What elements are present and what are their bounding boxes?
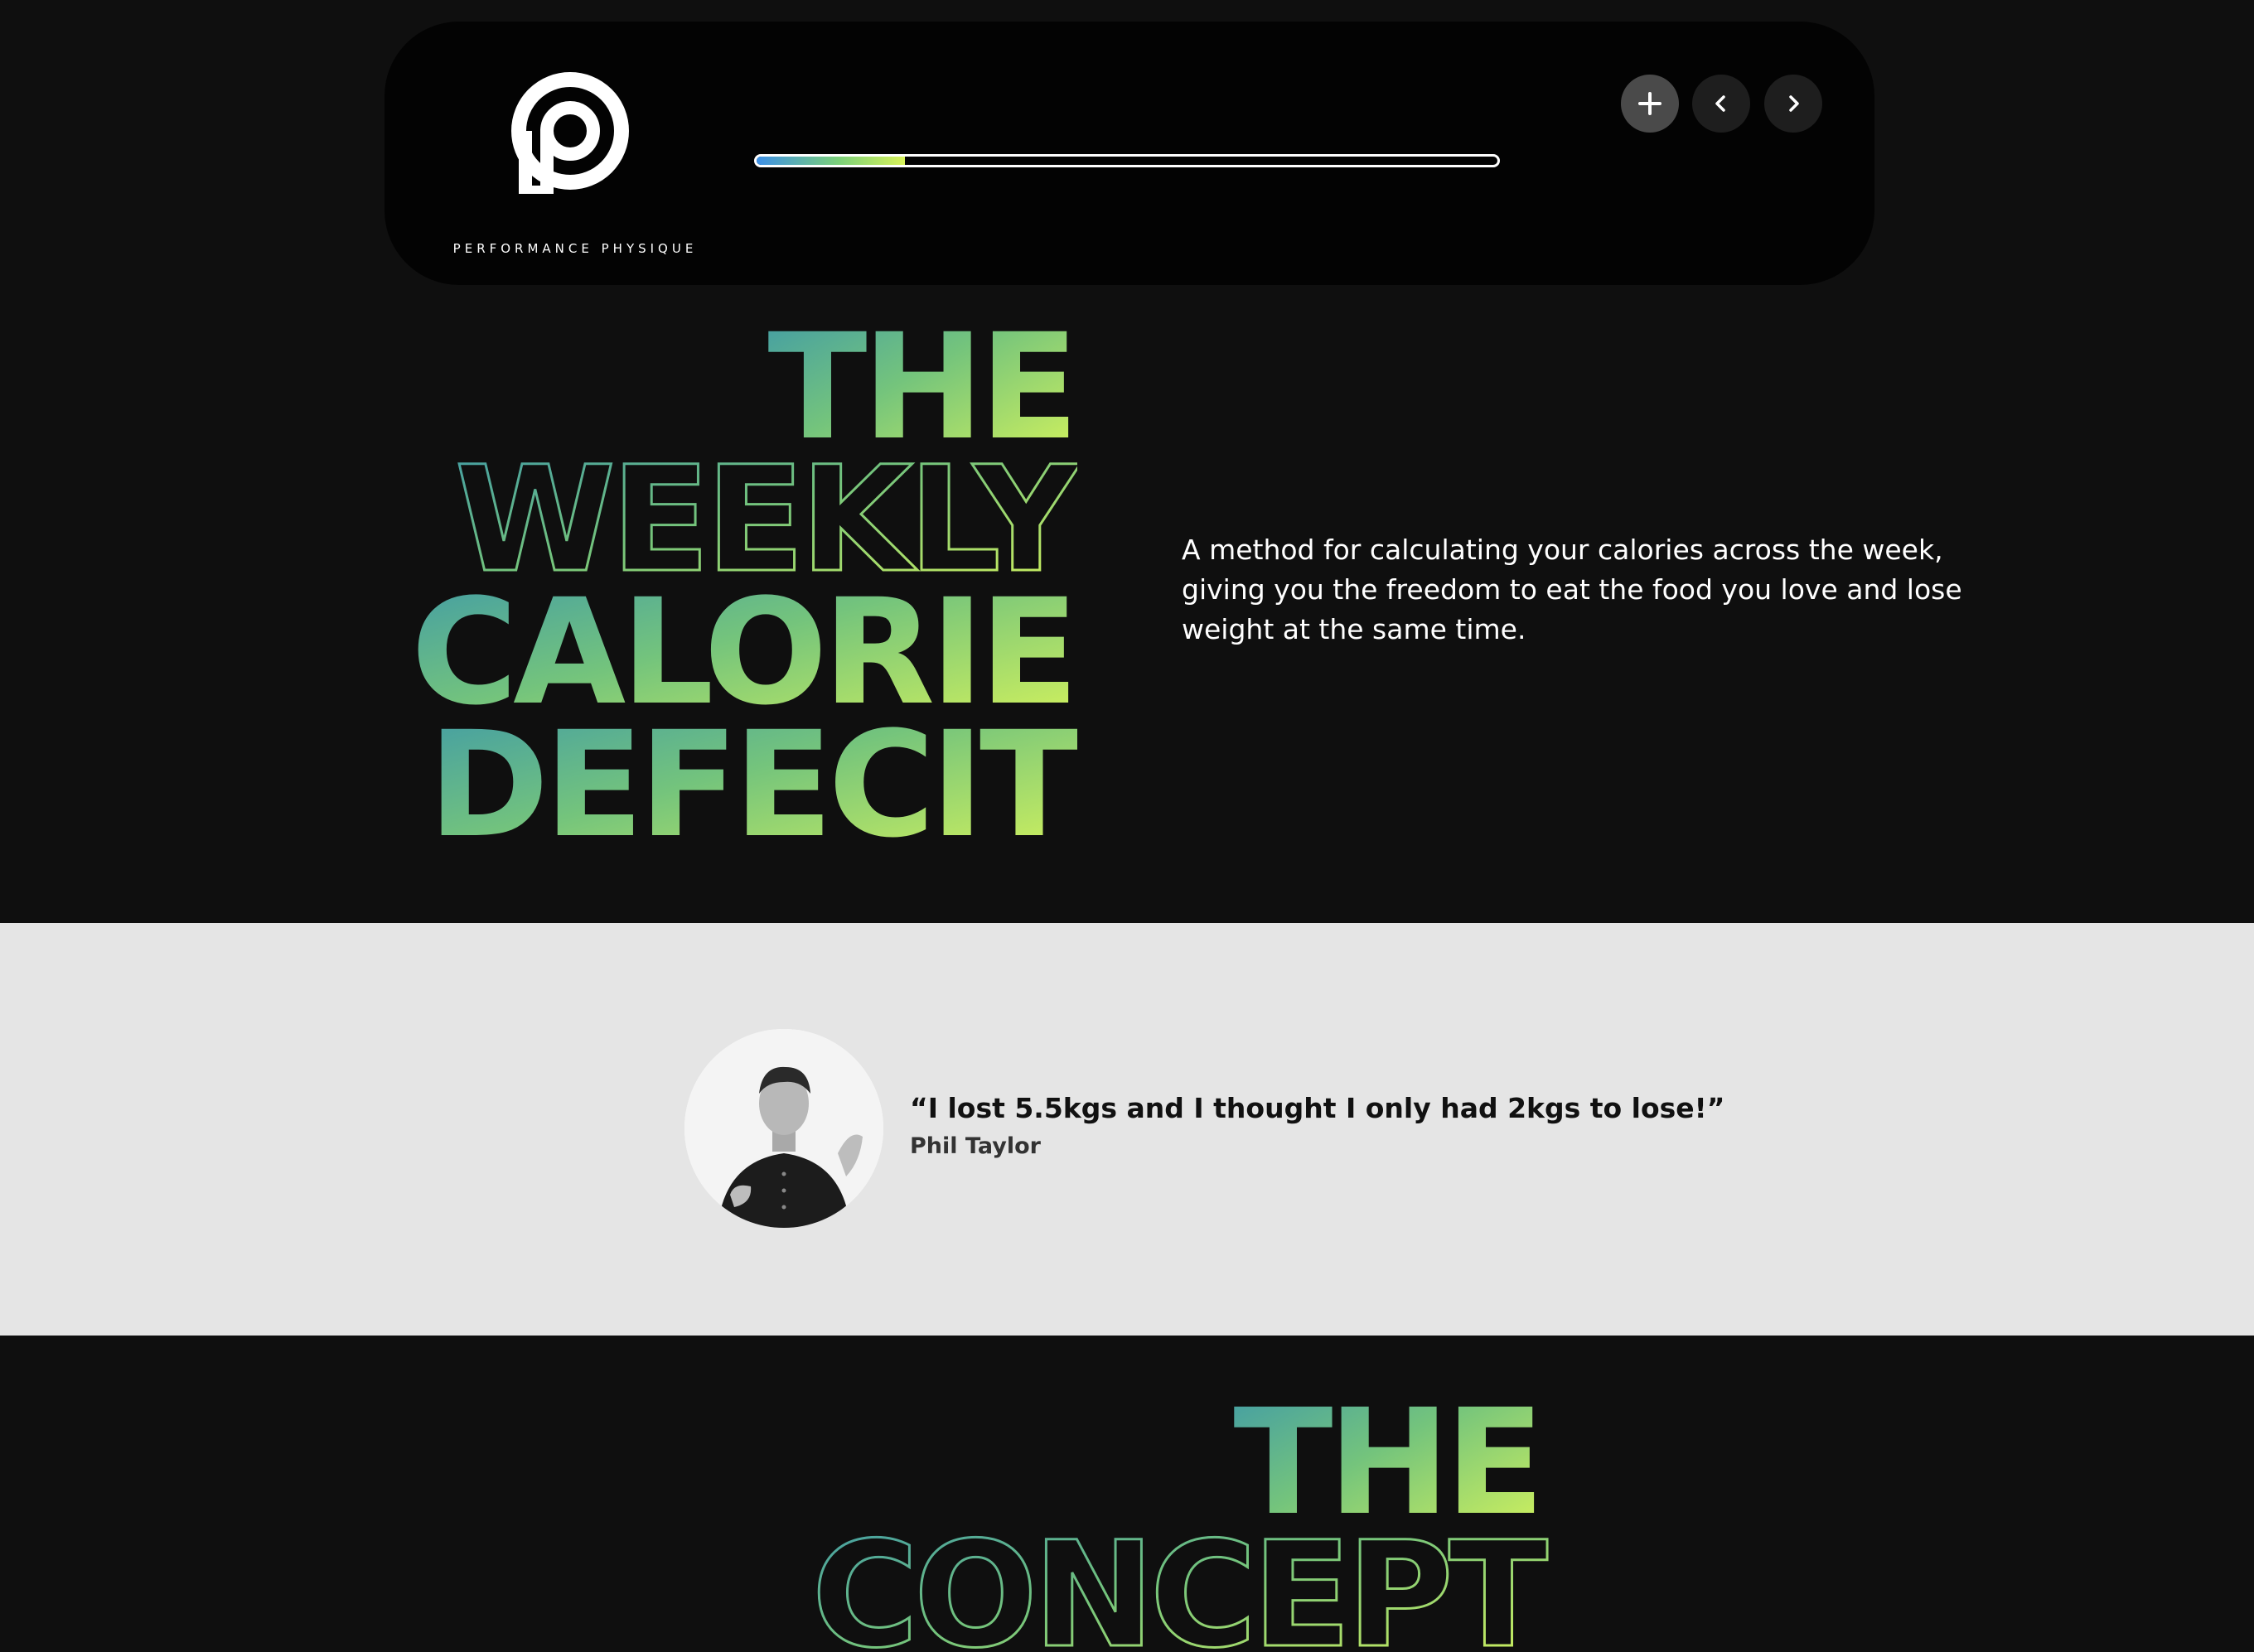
testimonial-section: “I lost 5.5kgs and I thought I only had … [0, 923, 2254, 1336]
testimonial-author: Phil Taylor [910, 1133, 1041, 1159]
concept-section: THE CONCEPT [0, 1336, 2254, 1652]
page: PERFORMANCE PHYSIQUE THE WEEKLY CALORIE … [0, 0, 2254, 1652]
hero-title-line-4: DEFECIT [428, 700, 1077, 862]
avatar [684, 1029, 883, 1228]
hero-description: A method for calculating your calories a… [1182, 534, 1962, 645]
hero-title: THE WEEKLY CALORIE DEFECIT [389, 315, 1077, 862]
concept-title: THE CONCEPT [810, 1378, 1554, 1652]
person-photo-icon [684, 1029, 883, 1228]
progress-fill [757, 157, 905, 165]
concept-title-line-2: CONCEPT [811, 1510, 1547, 1652]
next-button[interactable] [1764, 75, 1822, 133]
chevron-left-icon [1715, 95, 1725, 112]
plus-icon [1638, 92, 1661, 115]
hero-title-graphic: THE WEEKLY CALORIE DEFECIT [411, 315, 1077, 862]
header-bar: PERFORMANCE PHYSIQUE [385, 22, 1874, 285]
brand-logo[interactable]: PERFORMANCE PHYSIQUE [451, 71, 699, 262]
progress-bar [754, 154, 1500, 167]
logo-mark-icon [511, 72, 629, 194]
chevron-right-icon [1789, 95, 1799, 112]
previous-button[interactable] [1692, 75, 1750, 133]
add-button[interactable] [1621, 75, 1679, 133]
testimonial-quote: “I lost 5.5kgs and I thought I only had … [910, 1092, 1725, 1124]
brand-name: PERFORMANCE PHYSIQUE [452, 241, 698, 256]
